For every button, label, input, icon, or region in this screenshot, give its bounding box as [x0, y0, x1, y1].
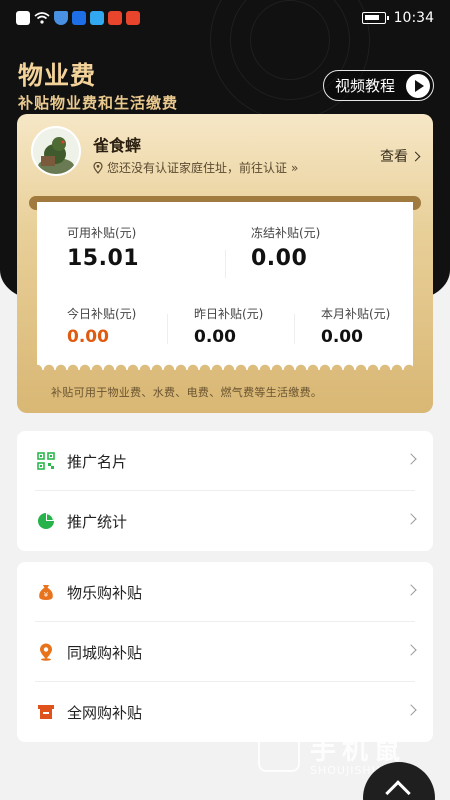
menu-item-label: 推广统计	[67, 512, 128, 531]
chevron-right-icon	[410, 151, 421, 161]
auth-hint-text: 您还没有认证家庭住址，前往认证	[107, 161, 288, 175]
menu-item-local-shopping[interactable]: 同城购补贴	[17, 622, 433, 682]
watermark-text: 手机鼠	[310, 736, 407, 766]
weibo-icon-2	[126, 11, 140, 25]
available-subsidy-value: 15.01	[67, 246, 140, 271]
divider	[225, 250, 226, 278]
video-tutorial-button[interactable]: 视频教程	[323, 70, 434, 101]
page-subtitle: 补贴物业费和生活缴费	[18, 94, 179, 112]
pie-chart-icon	[38, 513, 54, 529]
menu-item-label: 推广名片	[67, 452, 128, 471]
today-subsidy-label: 今日补贴(元)	[67, 307, 137, 321]
view-button[interactable]: 查看	[380, 146, 421, 166]
location-icon	[93, 161, 103, 174]
yesterday-subsidy-value: 0.00	[194, 327, 236, 347]
available-subsidy-label: 可用补贴(元)	[67, 226, 137, 240]
location-pin-icon	[40, 643, 52, 661]
menu-item-label: 物乐购补贴	[67, 583, 143, 602]
video-tutorial-label: 视频教程	[335, 77, 396, 95]
subsidy-note: 补贴可用于物业费、水费、电费、燃气费等生活缴费。	[51, 386, 323, 399]
status-time: 10:34	[393, 10, 434, 26]
double-chevron-icon: »	[291, 160, 299, 175]
chevron-right-icon	[405, 513, 417, 525]
app-sky-icon	[90, 11, 104, 25]
chevron-right-icon	[405, 584, 417, 596]
status-bar: 10:34	[0, 0, 450, 36]
subsidy-menu: ¥ 物乐购补贴 同城购补贴 全网购补贴	[17, 562, 433, 742]
auth-hint-link[interactable]: 您还没有认证家庭住址，前往认证 »	[93, 159, 298, 176]
chevron-right-icon	[405, 644, 417, 656]
page-title: 物业费	[18, 61, 97, 90]
frozen-subsidy-value: 0.00	[251, 246, 308, 271]
weibo-icon	[108, 11, 122, 25]
yesterday-subsidy-label: 昨日补贴(元)	[194, 307, 264, 321]
menu-item-promo-card[interactable]: 推广名片	[17, 431, 433, 491]
menu-item-label: 全网购补贴	[67, 703, 143, 722]
arrow-up-icon	[385, 780, 411, 800]
svg-text:¥: ¥	[44, 591, 49, 599]
month-subsidy-label: 本月补贴(元)	[321, 307, 391, 321]
alert-icon	[16, 11, 30, 25]
wifi-icon	[34, 12, 50, 24]
store-icon	[38, 705, 54, 719]
user-name: 雀食蟀	[93, 136, 142, 155]
shield-icon	[54, 11, 68, 25]
menu-item-promo-stats[interactable]: 推广统计	[17, 491, 433, 551]
chevron-right-icon	[405, 704, 417, 716]
divider	[294, 314, 295, 344]
frozen-subsidy-label: 冻结补贴(元)	[251, 226, 321, 240]
avatar[interactable]	[31, 126, 81, 176]
subsidy-card: 雀食蟀 您还没有认证家庭住址，前往认证 » 查看 可用补贴(元) 15.01 冻…	[17, 114, 433, 413]
view-label: 查看	[380, 149, 408, 165]
menu-item-label: 同城购补贴	[67, 643, 143, 662]
month-subsidy-value: 0.00	[321, 327, 363, 347]
play-icon	[406, 73, 430, 98]
chevron-right-icon	[405, 453, 417, 465]
menu-item-wulegou[interactable]: ¥ 物乐购补贴	[17, 562, 433, 622]
today-subsidy-value: 0.00	[67, 327, 109, 347]
app-blue-icon	[72, 11, 86, 25]
subsidy-receipt: 可用补贴(元) 15.01 冻结补贴(元) 0.00 今日补贴(元) 0.00 …	[37, 202, 413, 370]
promotion-menu: 推广名片 推广统计	[17, 431, 433, 551]
divider	[167, 314, 168, 344]
money-bag-icon: ¥	[39, 585, 53, 600]
watermark-logo-icon	[258, 730, 300, 772]
battery-icon	[361, 12, 389, 24]
qrcode-icon	[37, 452, 55, 470]
